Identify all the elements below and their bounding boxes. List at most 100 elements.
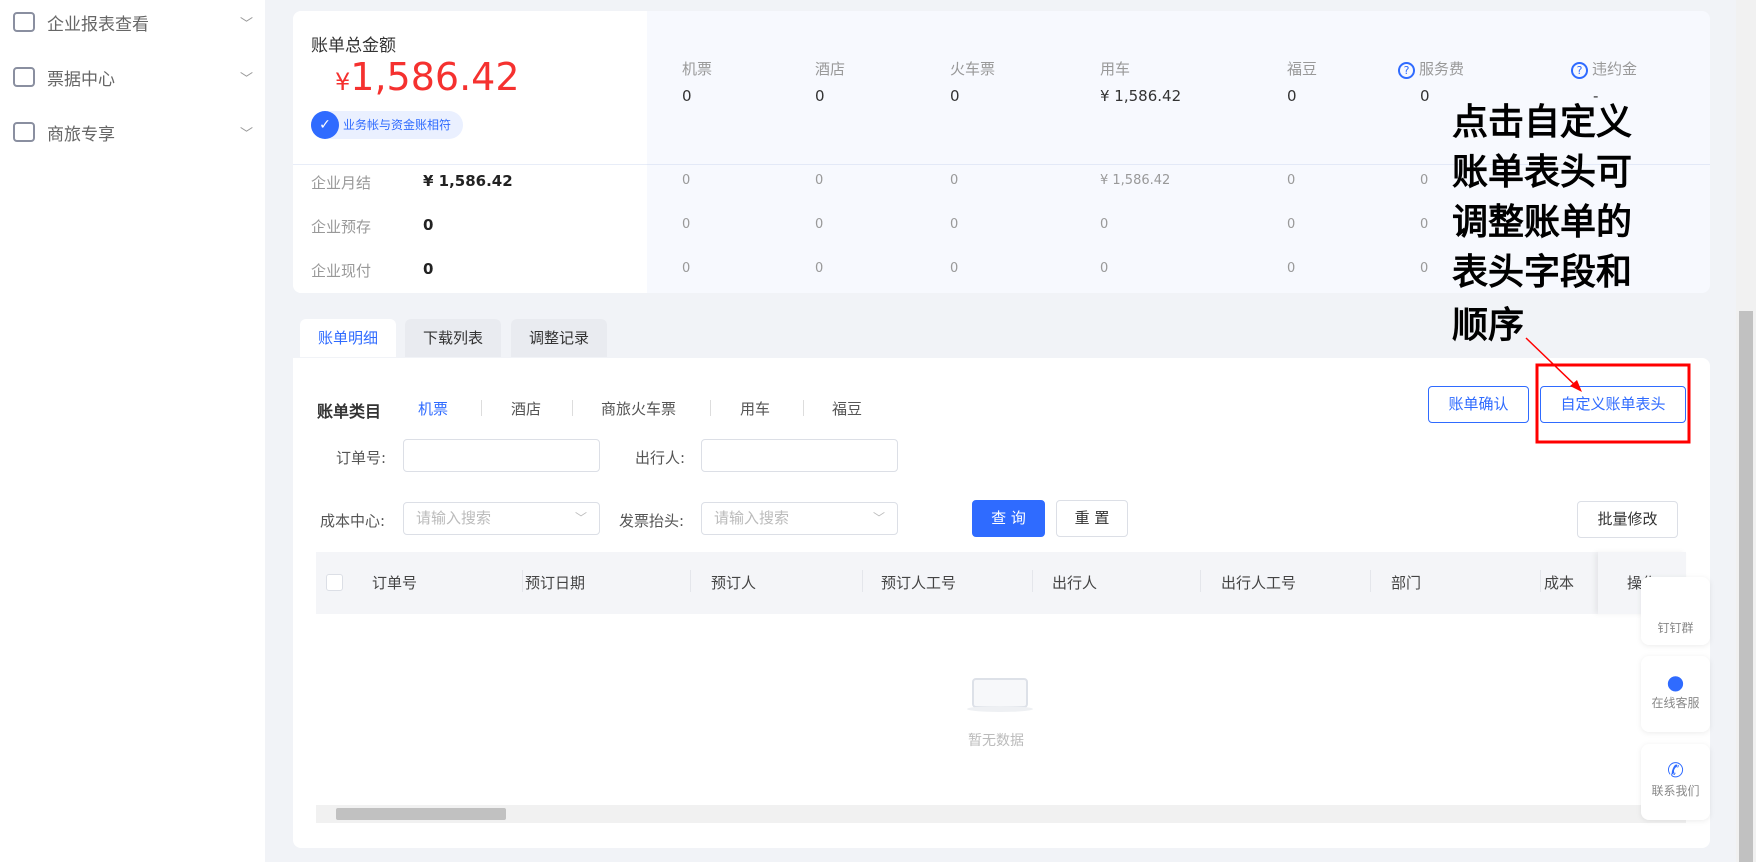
summary-cell: 0 [1420,217,1429,232]
category-car[interactable]: 用车 [740,398,770,419]
float-label: 在线客服 [1651,696,1700,710]
summary-cell: 0 [1287,261,1296,276]
vertical-scrollbar[interactable] [1736,0,1756,862]
summary-column-label: 福豆 [1287,60,1318,78]
summary-column-value: 0 [1420,87,1430,105]
chevron-down-icon: ﹀ [239,71,253,87]
column-header[interactable]: 预订日期 [525,572,585,593]
category-hotel[interactable]: 酒店 [511,398,541,419]
badge-text: 业务帐与资金账相符 [343,118,452,132]
annotation-text: 表头字段和 [1452,252,1633,293]
sidebar-item-label: 企业报表查看 [47,14,149,35]
online-service-button[interactable]: ● 在线客服 [1641,656,1710,732]
category-fudou[interactable]: 福豆 [832,398,862,419]
sidebar-item-reports[interactable]: 企业报表查看 ﹀ [13,7,253,37]
summary-column-label: 酒店 [815,60,846,78]
horizontal-scrollbar[interactable] [316,805,1686,823]
sidebar-item-label: 票据中心 [47,69,115,90]
help-icon[interactable]: ? [1398,62,1415,79]
summary-cell: 0 [950,217,959,232]
empty-text: 暂无数据 [968,733,1024,749]
column-header[interactable]: 预订人工号 [881,572,956,593]
megaphone-icon [13,12,35,32]
reset-button[interactable]: 重 置 [1056,500,1128,537]
sidebar-item-travel[interactable]: 商旅专享 ﹀ [13,117,253,147]
category-title: 账单类目 [317,402,382,421]
summary-cell: 0 [950,261,959,276]
summary-cell: 0 [1100,217,1109,232]
category-flight[interactable]: 机票 [418,398,448,419]
currency: ¥ [335,68,351,96]
order-no-input[interactable] [403,439,600,472]
chevron-down-icon: ﹀ [239,16,253,32]
chevron-down-icon: ﹀ [239,126,253,142]
annotation-text: 账单表头可 [1452,152,1633,193]
summary-cell: 0 [1420,261,1429,276]
annotation-text: 点击自定义 [1452,102,1633,143]
query-button[interactable]: 查 询 [972,500,1045,537]
tab-download-list[interactable]: 下载列表 [405,319,502,357]
column-header[interactable]: 订单号 [372,572,417,593]
order-no-label: 订单号: [336,449,387,467]
column-header[interactable]: 成本 [1544,572,1574,593]
scrollbar-thumb[interactable] [1739,311,1753,862]
summary-cell: 0 [1287,173,1296,188]
reconciled-badge: ✓ 业务帐与资金账相符 [311,111,464,139]
summary-cell: 0 [1100,261,1109,276]
column-header[interactable]: 部门 [1391,572,1421,593]
summary-cell: 0 [682,261,691,276]
traveler-input[interactable] [701,439,898,472]
summary-cell: ¥ 1,586.42 [1100,173,1171,188]
summary-row-label: 企业预存 [311,218,372,236]
chevron-down-icon: ﹀ [872,511,885,525]
summary-row-value: 0 [423,260,434,278]
summary-cell: 0 [682,217,691,232]
gift-icon [13,122,35,142]
empty-box-icon [967,668,1033,712]
dingtalk-group-button[interactable]: 钉钉群 [1641,577,1710,645]
summary-cell: 0 [1287,217,1296,232]
select-all-checkbox[interactable] [326,574,343,591]
sidebar: 企业报表查看 ﹀ 票据中心 ﹀ 商旅专享 ﹀ [0,0,265,862]
traveler-label: 出行人: [635,449,686,467]
total-label: 账单总金额 [311,36,396,56]
column-divider[interactable] [1032,570,1033,592]
summary-column-value: 0 [815,87,825,105]
category-train[interactable]: 商旅火车票 [601,398,676,419]
column-divider[interactable] [690,570,691,592]
summary-cell: 0 [1420,173,1429,188]
total-value: 1,586.42 [350,55,520,99]
summary-column-value: ¥ 1,586.42 [1100,87,1182,105]
summary-column-label: ? 违约金 [1571,58,1637,79]
cost-center-label: 成本中心: [320,512,386,530]
summary-cell: 0 [682,173,691,188]
scrollbar-thumb[interactable] [336,808,506,820]
phone-icon: ✆ [1667,758,1684,782]
float-label: 钉钉群 [1657,621,1694,635]
help-icon[interactable]: ? [1571,62,1588,79]
column-divider[interactable] [862,570,863,592]
column-divider[interactable] [522,570,523,592]
sidebar-item-tickets[interactable]: 票据中心 ﹀ [13,62,253,92]
tab-bill-detail[interactable]: 账单明细 [300,319,397,357]
column-header[interactable]: 预订人 [711,572,756,593]
summary-column-label: 用车 [1100,60,1131,78]
highlight-box [1535,363,1691,444]
invoice-title-select[interactable]: 请输入搜索 ﹀ [701,502,898,535]
contact-us-button[interactable]: ✆ 联系我们 [1641,744,1710,820]
tab-adjust-records[interactable]: 调整记录 [511,319,608,357]
summary-cell: 0 [815,217,824,232]
column-divider[interactable] [1370,570,1371,592]
check-icon: ✓ [311,111,339,139]
batch-edit-button[interactable]: 批量修改 [1577,501,1678,538]
headset-icon: ● [1666,670,1685,694]
annotation-arrow [1525,337,1691,444]
column-header[interactable]: 出行人 [1052,572,1097,593]
cost-center-select[interactable]: 请输入搜索 ﹀ [403,502,600,535]
chevron-down-icon: ﹀ [574,511,587,525]
column-divider[interactable] [1540,570,1541,592]
column-divider[interactable] [1200,570,1201,592]
sidebar-item-label: 商旅专享 [47,124,115,145]
column-header[interactable]: 出行人工号 [1221,572,1296,593]
invoice-title-label: 发票抬头: [619,512,685,530]
